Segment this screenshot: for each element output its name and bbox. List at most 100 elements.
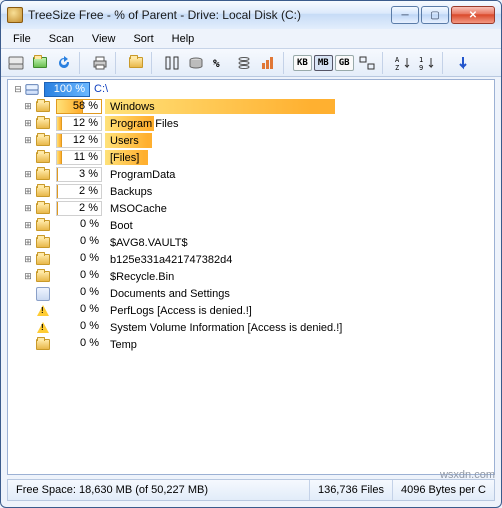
menu-sort[interactable]: Sort [125,31,161,47]
sort-num-button[interactable]: 19 [416,52,438,74]
svg-text:A: A [395,56,400,64]
folder-icon [34,254,52,265]
tree-row[interactable]: 11 %[Files] [8,149,494,166]
expand-icon[interactable]: ⊞ [22,237,34,248]
folder-icon [34,203,52,214]
refresh-icon [56,55,72,71]
percent-bar: 0 % [56,303,102,318]
percent-bar: 0 % [56,286,102,301]
tree-row[interactable]: ⊞2 %Backups [8,183,494,200]
percent-label: 12 % [73,134,98,147]
expand-icon[interactable]: ⊞ [22,169,34,180]
percent-bar: 2 % [56,201,102,216]
unit-gb-button[interactable]: GB [335,55,354,71]
warning-icon [34,305,52,316]
unit-auto-button[interactable] [356,52,378,74]
tree-row[interactable]: ⊞3 %ProgramData [8,166,494,183]
toolbar: % KB MB GB AZ 19 [1,49,501,77]
drive-icon [8,55,24,71]
tree-row[interactable]: ⊞ 12 % Users [8,132,494,149]
folder-name: Boot [106,220,133,232]
tree-row[interactable]: 0 % Temp [8,336,494,353]
explorer-button[interactable] [125,52,147,74]
folder-name: Users [106,135,139,147]
mixed-icon [359,55,375,71]
expand-icon[interactable]: ⊞ [22,186,34,197]
percent-bar: 11 % [56,150,102,165]
svg-text:%: % [213,57,220,70]
percent-bar: 12 % [56,133,102,148]
percent-bar: 0 % [56,235,102,250]
percent-bar: 0 % [56,320,102,335]
tree-root-row[interactable]: ⊟ 100 % C:\ [8,80,494,98]
sort-num-icon: 19 [419,55,435,71]
tree-row[interactable]: ⊞58 %Windows [8,98,494,115]
menu-view[interactable]: View [84,31,124,47]
tree-row[interactable]: ⊞0 %$Recycle.Bin [8,268,494,285]
expand-icon[interactable]: ⊞ [22,203,34,214]
folder-icon [34,237,52,248]
percent-label: 0 % [80,269,99,282]
open-folder-button[interactable] [29,52,51,74]
percent-label: 2 % [79,202,98,215]
expand-icon[interactable]: ⊞ [22,118,34,129]
expand-icon[interactable]: ⊞ [22,101,34,112]
percent-bar: 0 % [56,337,102,352]
bars-icon [260,55,276,71]
chart-button[interactable] [257,52,279,74]
close-button[interactable]: ✕ [451,6,495,24]
percent-label: 0 % [80,337,99,350]
folder-name: Documents and Settings [106,288,230,300]
size-icon [164,55,180,71]
tree-row[interactable]: ⊞0 %$AVG8.VAULT$ [8,234,494,251]
expand-icon[interactable]: ⊞ [22,271,34,282]
unit-mb-button[interactable]: MB [314,55,333,71]
status-cluster: 4096 Bytes per C [393,480,494,500]
percent-bar: 0 % [56,269,102,284]
folder-name: MSOCache [106,203,167,215]
expand-level-button[interactable] [452,52,474,74]
size-mode-button[interactable] [161,52,183,74]
menubar: File Scan View Sort Help [1,29,501,49]
tree-row[interactable]: 0 % Documents and Settings [8,285,494,302]
menu-file[interactable]: File [5,31,39,47]
expand-icon[interactable]: ⊞ [22,220,34,231]
percent-label: 0 % [80,286,99,299]
tree-row[interactable]: 0 % System Volume Information [Access is … [8,319,494,336]
unit-kb-button[interactable]: KB [293,55,312,71]
filecount-button[interactable] [233,52,255,74]
percent-label: 0 % [80,320,99,333]
percent-label: 12 % [73,117,98,130]
titlebar[interactable]: TreeSize Free - % of Parent - Drive: Loc… [1,1,501,29]
expand-icon[interactable]: ⊞ [22,135,34,146]
percent-bar: 3 % [56,167,102,182]
watermark: wsxdn.com [440,469,495,481]
collapse-icon[interactable]: ⊟ [12,84,24,95]
tree-row[interactable]: ⊞12 %Program Files [8,115,494,132]
root-path: C:\ [94,83,108,95]
select-drive-button[interactable] [5,52,27,74]
tree-row[interactable]: ⊞ 2 % MSOCache [8,200,494,217]
menu-help[interactable]: Help [164,31,203,47]
menu-scan[interactable]: Scan [41,31,82,47]
tree-row[interactable]: ⊞0 %b125e331a421747382d4 [8,251,494,268]
maximize-button[interactable]: ▢ [421,6,449,24]
folder-icon [34,339,52,350]
tree-row[interactable]: 0 %PerfLogs [Access is denied.!] [8,302,494,319]
percent-label: 3 % [79,168,98,181]
allocated-button[interactable] [185,52,207,74]
stack-icon [236,55,252,71]
folder-name: System Volume Information [Access is den… [106,322,342,334]
sort-az-button[interactable]: AZ [392,52,414,74]
expand-icon[interactable]: ⊞ [22,254,34,265]
print-button[interactable] [89,52,111,74]
tree-row[interactable]: ⊞0 %Boot [8,217,494,234]
folder-icon [34,220,52,231]
warning-icon [34,322,52,333]
minimize-button[interactable]: ─ [391,6,419,24]
percent-button[interactable]: % [209,52,231,74]
folder-name: Windows [106,101,155,113]
refresh-button[interactable] [53,52,75,74]
folder-name: Temp [106,339,137,351]
tree-view[interactable]: ⊟ 100 % C:\ ⊞58 %Windows⊞12 %Program Fil… [7,79,495,475]
